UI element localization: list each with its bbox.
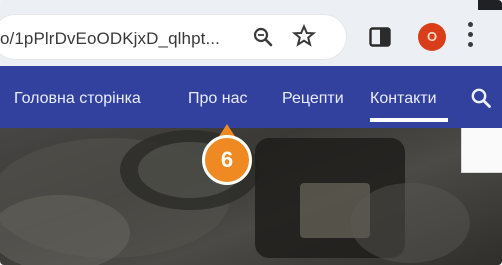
screenshot-frame: o/1pPlrDvEoODKjxD_qlhpt... O Головна сто… bbox=[0, 0, 502, 265]
window-corner bbox=[478, 0, 502, 10]
hero-image bbox=[0, 128, 502, 265]
browser-menu-icon[interactable] bbox=[467, 22, 475, 50]
search-icon[interactable] bbox=[470, 87, 492, 109]
browser-toolbar: o/1pPlrDvEoODKjxD_qlhpt... O bbox=[0, 0, 502, 66]
url-text[interactable]: o/1pPlrDvEoODKjxD_qlhpt... bbox=[0, 29, 220, 49]
address-bar[interactable]: o/1pPlrDvEoODKjxD_qlhpt... bbox=[0, 14, 347, 60]
nav-item-contacts[interactable]: Контакти bbox=[370, 90, 437, 108]
nav-item-about[interactable]: Про нас bbox=[188, 90, 247, 108]
side-panel-icon[interactable] bbox=[369, 27, 391, 47]
zoom-icon[interactable] bbox=[252, 26, 274, 48]
active-tab-underline bbox=[370, 118, 448, 122]
site-navigation: Головна сторінка Про нас Рецепти Контакт… bbox=[0, 66, 502, 128]
hero-photo-shapes bbox=[0, 130, 470, 265]
profile-avatar[interactable]: O bbox=[418, 23, 446, 51]
bookmark-star-icon[interactable] bbox=[292, 24, 316, 48]
nav-item-recipes[interactable]: Рецепти bbox=[282, 90, 344, 108]
callout-badge: 6 bbox=[202, 135, 252, 185]
nav-item-home[interactable]: Головна сторінка bbox=[14, 90, 141, 108]
dropdown-panel bbox=[461, 128, 502, 173]
